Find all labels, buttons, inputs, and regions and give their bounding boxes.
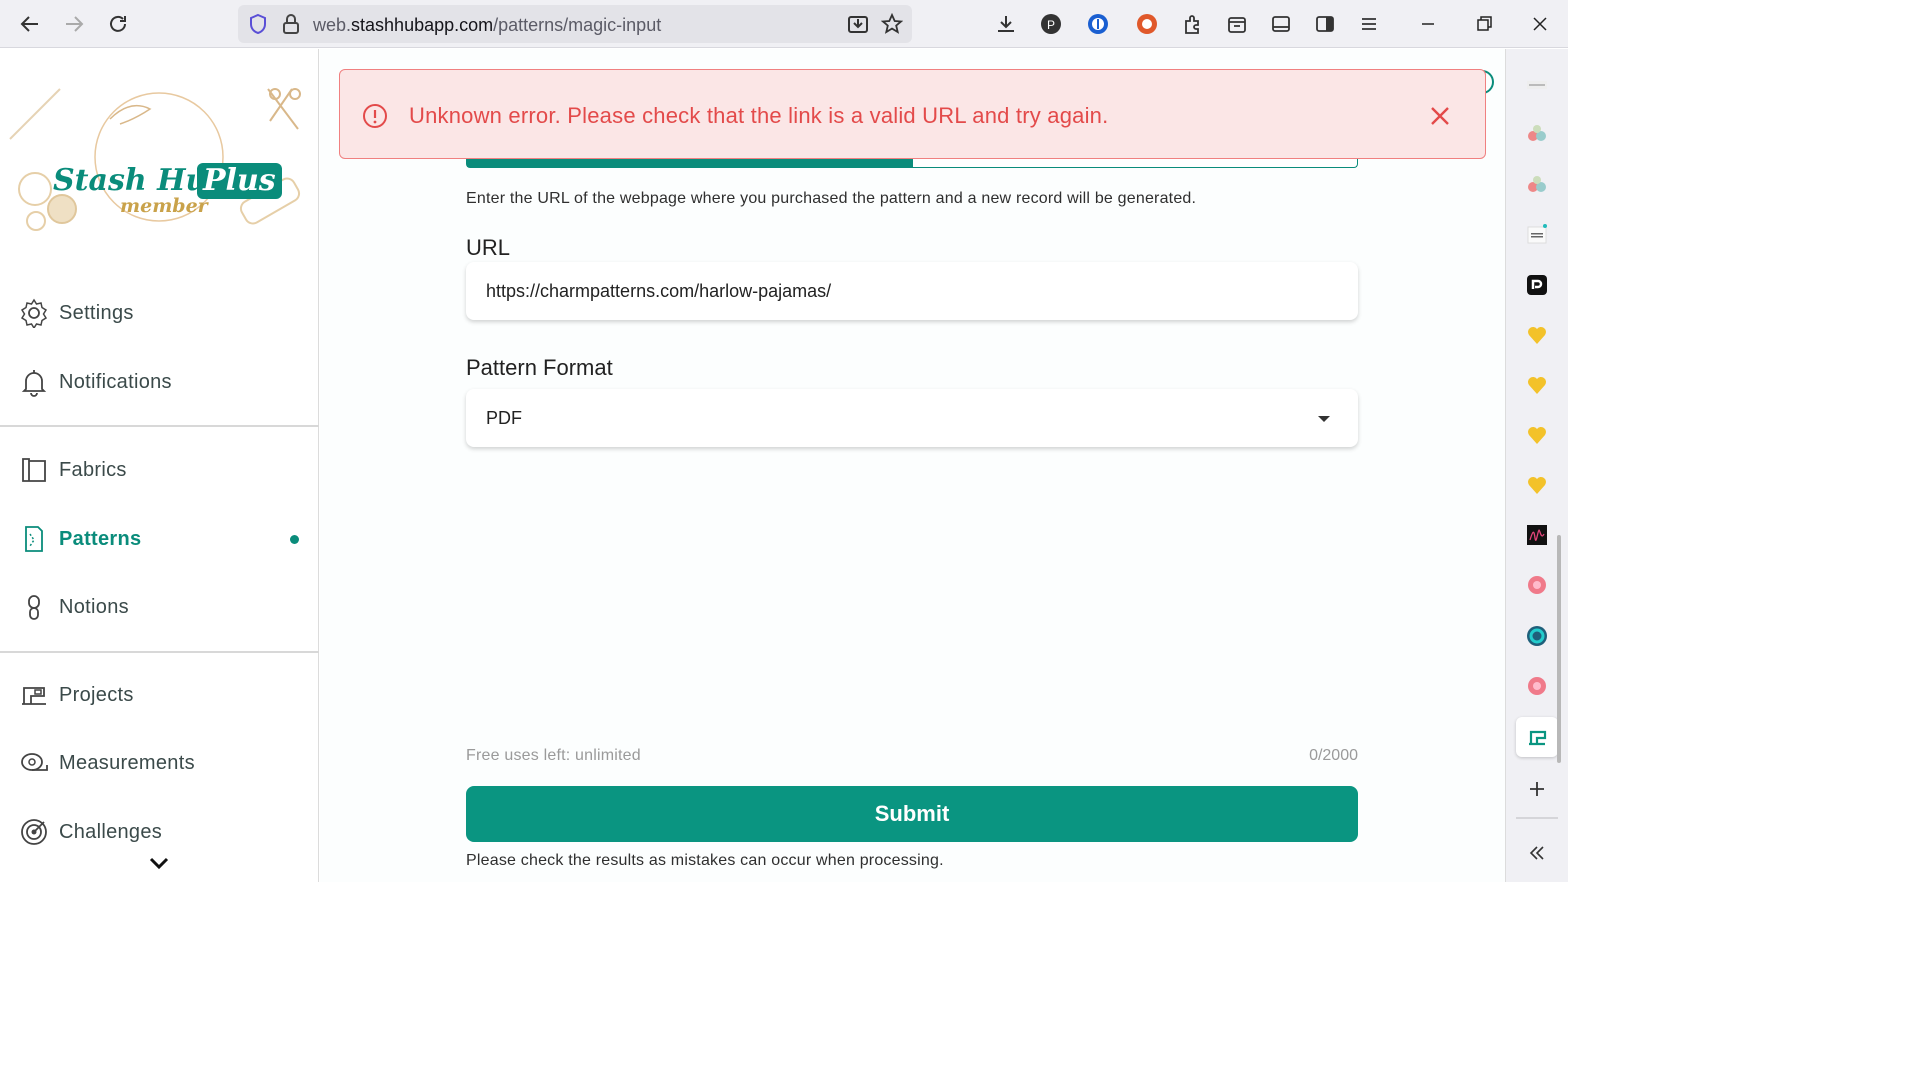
forward-arrow-icon[interactable]	[60, 10, 88, 38]
main-content: Enter the URL of the webpage where you p…	[320, 49, 1505, 882]
url-text: web.stashhubapp.com/patterns/magic-input	[313, 15, 662, 35]
downloads-icon[interactable]	[995, 13, 1017, 35]
sidebar-item-label: Notifications	[59, 370, 172, 393]
sidebar-divider	[0, 651, 319, 653]
results-disclaimer: Please check the results as mistakes can…	[466, 852, 944, 869]
collapse-panel-icon[interactable]	[1525, 841, 1549, 865]
gear-icon	[18, 297, 50, 329]
sidebar: Stash Hub Plus member Settings Notificat…	[0, 49, 319, 882]
sidebar-item-label: Projects	[59, 683, 134, 706]
pink-favicon-icon[interactable]	[1525, 573, 1549, 597]
dots-favicon-icon[interactable]	[1525, 173, 1549, 197]
form-description: Enter the URL of the webpage where you p…	[466, 190, 1197, 207]
dots-favicon-icon[interactable]	[1525, 122, 1549, 146]
page-scrollbar[interactable]	[1557, 535, 1561, 763]
close-icon[interactable]	[1429, 105, 1451, 127]
error-alert: Unknown error. Please check that the lin…	[339, 69, 1486, 159]
sidebar-item-measurements[interactable]: Measurements	[18, 743, 308, 783]
dropdown-caret-icon	[1318, 416, 1330, 422]
sidebar-item-label: Measurements	[59, 751, 195, 774]
sidebar-item-label: Challenges	[59, 820, 163, 843]
password-manager-icon[interactable]	[1087, 13, 1109, 35]
stash-hub-logo[interactable]: Stash Hub Plus member	[0, 79, 319, 239]
add-panel-icon[interactable]	[1525, 777, 1549, 801]
pattern-format-value: PDF	[486, 408, 522, 428]
heart-favicon-icon[interactable]	[1525, 423, 1549, 447]
sidebar-item-label: Settings	[59, 301, 134, 324]
extension-p-icon[interactable]: P	[1040, 13, 1062, 35]
submit-button[interactable]: Submit	[466, 786, 1358, 842]
panel-divider	[1516, 817, 1558, 819]
back-arrow-icon[interactable]	[16, 10, 44, 38]
pattern-icon	[18, 523, 50, 555]
restore-icon[interactable]	[1472, 12, 1496, 36]
sidebar-item-label: Patterns	[59, 527, 142, 550]
error-message: Unknown error. Please check that the lin…	[409, 103, 1109, 128]
browser-toolbar: web.stashhubapp.com/patterns/magic-input…	[0, 0, 1568, 48]
duckduckgo-icon[interactable]	[1136, 13, 1158, 35]
error-circle-icon	[363, 104, 387, 128]
url-input[interactable]	[466, 262, 1358, 320]
target-icon	[18, 816, 50, 848]
text-favicon-icon[interactable]	[1525, 223, 1549, 247]
free-uses-text: Free uses left: unlimited	[466, 747, 641, 764]
tab-view-icon[interactable]	[1270, 13, 1292, 35]
pattern-format-select[interactable]: PDF	[466, 389, 1358, 447]
bookmark-favicon-icon[interactable]	[1525, 73, 1549, 97]
shield-icon[interactable]	[248, 13, 268, 35]
address-bar[interactable]: web.stashhubapp.com/patterns/magic-input	[238, 5, 912, 43]
sidebar-item-projects[interactable]: Projects	[18, 675, 308, 715]
sewing-machine-icon	[18, 679, 50, 711]
reload-icon[interactable]	[104, 10, 132, 38]
sidebar-divider	[0, 425, 319, 427]
stash-hub-favicon-icon[interactable]	[1525, 725, 1549, 749]
pattern-format-label: Pattern Format	[466, 355, 613, 380]
ring-favicon-icon[interactable]	[1525, 624, 1549, 648]
sidebar-item-label: Fabrics	[59, 458, 127, 481]
sidebar-item-label: Notions	[59, 595, 129, 618]
bell-icon	[18, 366, 50, 398]
chevron-down-icon[interactable]	[148, 855, 170, 871]
pink-favicon-icon[interactable]	[1525, 674, 1549, 698]
sidebar-item-notifications[interactable]: Notifications	[18, 362, 308, 402]
install-icon[interactable]	[847, 13, 869, 35]
character-count: 0/2000	[1309, 747, 1358, 764]
sidebar-item-fabrics[interactable]: Fabrics	[18, 450, 308, 490]
heart-favicon-icon[interactable]	[1525, 373, 1549, 397]
sidebar-item-settings[interactable]: Settings	[18, 293, 308, 333]
url-field[interactable]	[466, 262, 1358, 320]
fabric-icon	[18, 454, 50, 486]
svg-text:P: P	[1047, 18, 1055, 32]
sidebar-item-notions[interactable]: Notions	[18, 587, 308, 627]
signature-favicon-icon[interactable]	[1525, 523, 1549, 547]
pocket-icon[interactable]	[1226, 13, 1248, 35]
sidebar-item-challenges[interactable]: Challenges	[18, 812, 308, 852]
star-bookmark-icon[interactable]	[881, 13, 903, 35]
zipper-icon	[18, 591, 50, 623]
logo-member-label: member	[120, 195, 208, 217]
lock-icon[interactable]	[282, 13, 300, 35]
sidebar-toggle-icon[interactable]	[1314, 13, 1336, 35]
sidebar-item-patterns[interactable]: Patterns	[18, 519, 308, 559]
menu-icon[interactable]	[1358, 13, 1380, 35]
minimize-icon[interactable]	[1416, 12, 1440, 36]
heart-favicon-icon[interactable]	[1525, 323, 1549, 347]
close-window-icon[interactable]	[1528, 12, 1552, 36]
url-label: URL	[466, 235, 511, 260]
active-indicator-dot	[290, 535, 299, 544]
notion-favicon-icon[interactable]	[1525, 273, 1549, 297]
tape-measure-icon	[18, 747, 50, 779]
logo-plus-badge: Plus	[197, 163, 282, 199]
heart-favicon-icon[interactable]	[1525, 473, 1549, 497]
extensions-puzzle-icon[interactable]	[1182, 13, 1204, 35]
